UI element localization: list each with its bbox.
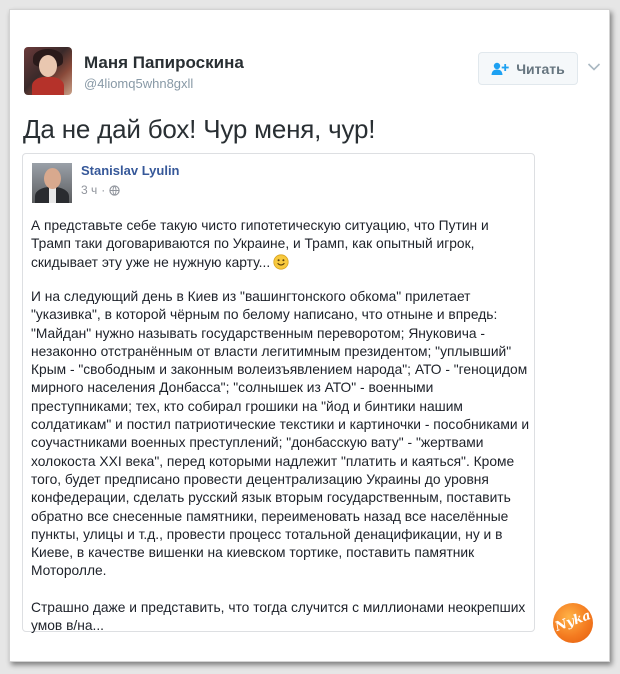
watermark-logo: Nyka: [553, 603, 593, 643]
follow-label: Читать: [516, 60, 565, 77]
fb-post-time[interactable]: 3 ч: [81, 183, 97, 197]
author-avatar[interactable]: [24, 47, 72, 95]
author-handle[interactable]: @4liomq5whn8gxll: [84, 76, 193, 91]
post-paragraph: Страшно даже и представить, что тогда сл…: [31, 600, 526, 634]
post-paragraph-text: А представьте себе такую чисто гипотетич…: [31, 218, 489, 270]
fb-post-meta: 3 ч ·: [81, 183, 120, 197]
tweet-card: Маня Папироскина @4liomq5whn8gxll Читать…: [9, 9, 610, 662]
globe-icon: [109, 184, 120, 196]
follow-button[interactable]: Читать: [478, 52, 578, 85]
post-paragraph: А представьте себе такую чисто гипотетич…: [31, 217, 531, 272]
post-paragraph: И на следующий день в Киев из "вашингтон…: [31, 289, 530, 579]
add-user-icon: [491, 62, 509, 75]
author-name[interactable]: Маня Папироскина: [84, 53, 244, 73]
embedded-facebook-post[interactable]: Stanislav Lyulin 3 ч · А представьте себ…: [22, 153, 535, 633]
tweet-text: Да не дай бох! Чур меня, чур!: [23, 114, 376, 144]
chevron-down-icon[interactable]: [587, 62, 601, 72]
fb-author-name[interactable]: Stanislav Lyulin: [81, 163, 180, 178]
fb-author-avatar[interactable]: [32, 163, 72, 203]
smiley-icon: [273, 253, 289, 270]
